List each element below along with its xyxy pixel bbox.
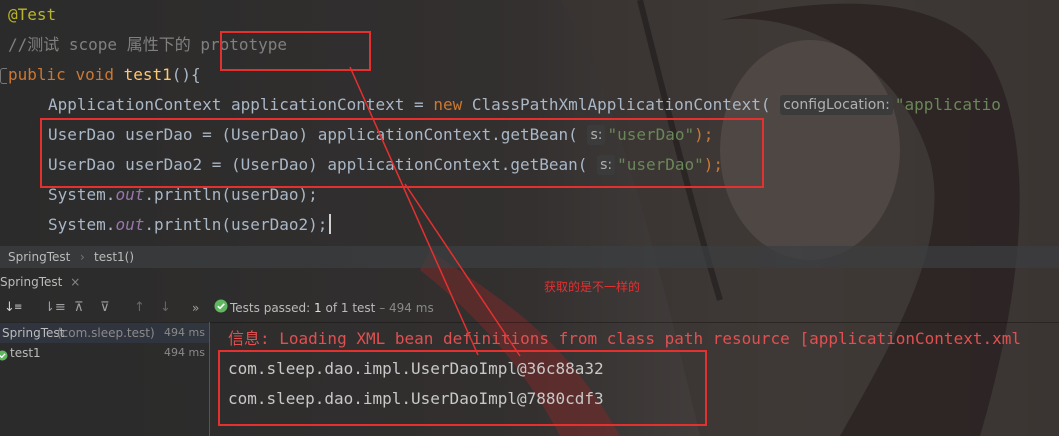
code-line-6[interactable]: UserDao userDao2 = (UserDao) application… [48, 150, 723, 180]
method-name: test1 [123, 65, 172, 84]
run-tab-label: SpringTest [0, 275, 63, 289]
tree-row-test1[interactable]: test1 494 ms [0, 343, 209, 363]
field-out: out [115, 185, 145, 204]
keyword-void: void [75, 65, 114, 84]
code-editor[interactable]: @Test //测试 scope 属性下的 prototype public v… [0, 0, 1059, 246]
code-line-1[interactable]: @Test [8, 0, 56, 30]
tests-passed-label: Tests passed: [230, 301, 311, 315]
string-literal: "applicatio [894, 95, 1001, 114]
code-text: System. [48, 185, 116, 204]
fold-marker-icon[interactable] [0, 68, 7, 84]
console-output[interactable]: 信息: Loading XML bean definitions from cl… [210, 322, 1059, 436]
next-failed-icon[interactable]: ↓ [160, 300, 171, 315]
annotation-note: 获取的是不一样的 [544, 280, 641, 294]
code-line-2[interactable]: //测试 scope 属性下的 prototype [8, 30, 287, 60]
previous-failed-icon[interactable]: ↑ [134, 300, 145, 315]
collapse-all-icon[interactable]: ⊽ [100, 300, 110, 315]
breadcrumb-method[interactable]: test1() [94, 250, 134, 264]
expand-all-icon[interactable]: ⊼ [74, 300, 84, 315]
keyword-public: public [8, 65, 66, 84]
tree-root-time: 494 ms [164, 326, 205, 339]
keyword-new: new [433, 95, 463, 114]
parameter-hint: s: [587, 125, 606, 145]
code-text: System. [48, 215, 116, 234]
comment-text: //测试 scope 属性下的 prototype [8, 35, 288, 54]
console-info-line: 信息: Loading XML bean definitions from cl… [228, 329, 1021, 348]
status-pass-icon [214, 299, 228, 317]
test-toolbar: ↓ ≡ ⇂≡ ⊼ ⊽ ↑ ↓ » Tests passed: 1 of 1 te… [0, 296, 1059, 323]
console-output-line-2: com.sleep.dao.impl.UserDaoImpl@7880cdf3 [228, 389, 604, 408]
close-icon[interactable]: × [70, 275, 80, 289]
breadcrumb-separator: › [80, 250, 85, 264]
tests-passed-of: of 1 test [325, 301, 376, 315]
tests-passed-count: 1 [314, 301, 322, 315]
text-cursor [329, 214, 332, 234]
test-pass-icon [0, 347, 8, 367]
tests-passed-time: – 494 ms [379, 301, 434, 315]
more-icon[interactable]: » [192, 301, 199, 315]
run-tool-window-header: SpringTest × [0, 271, 1059, 295]
code-line-8[interactable]: System.out.println(userDao2); [48, 210, 332, 240]
tree-row-root[interactable]: SpringTest (com.sleep.test) 494 ms [0, 323, 209, 343]
code-line-3[interactable]: public void test1(){ [8, 60, 201, 90]
code-text: ClassPathXmlApplicationContext( [462, 95, 771, 114]
breadcrumb-class[interactable]: SpringTest [8, 250, 70, 264]
breadcrumb: SpringTest › test1() [0, 246, 1059, 268]
code-text: .println(userDao2); [144, 215, 328, 234]
parameter-hint: s: [597, 155, 616, 175]
field-out: out [115, 215, 145, 234]
tests-status: Tests passed: 1 of 1 test – 494 ms [230, 301, 434, 315]
sort-duration-icon[interactable]: ⇂≡ [44, 300, 66, 315]
code-punct: ); [703, 155, 724, 174]
code-line-5[interactable]: UserDao userDao = (UserDao) applicationC… [48, 120, 713, 150]
code-text: UserDao userDao2 = (UserDao) application… [48, 155, 588, 174]
tree-test1-label: test1 [10, 346, 41, 360]
code-line-4[interactable]: ApplicationContext applicationContext = … [48, 90, 1001, 120]
code-punct: (){ [171, 65, 201, 84]
code-text: ApplicationContext applicationContext = [48, 95, 434, 114]
console-output-line-1: com.sleep.dao.impl.UserDaoImpl@36c88a32 [228, 359, 604, 378]
run-tab[interactable]: SpringTest × [0, 275, 80, 289]
code-text: .println(userDao); [144, 185, 318, 204]
code-punct: ); [694, 125, 714, 144]
tree-root-package: (com.sleep.test) [57, 326, 155, 340]
test-tree: SpringTest (com.sleep.test) 494 ms test1… [0, 322, 210, 436]
code-text: UserDao userDao = (UserDao) applicationC… [48, 125, 578, 144]
annotation-text: @Test [8, 5, 57, 24]
sort-alpha-icon-mark: ≡ [14, 302, 23, 313]
string-literal: "userDao" [617, 155, 704, 174]
tree-root-label: SpringTest [2, 326, 65, 340]
string-literal: "userDao" [607, 125, 695, 144]
parameter-hint: configLocation: [780, 95, 893, 115]
tree-test1-time: 494 ms [164, 346, 205, 359]
code-line-7[interactable]: System.out.println(userDao); [48, 180, 318, 210]
